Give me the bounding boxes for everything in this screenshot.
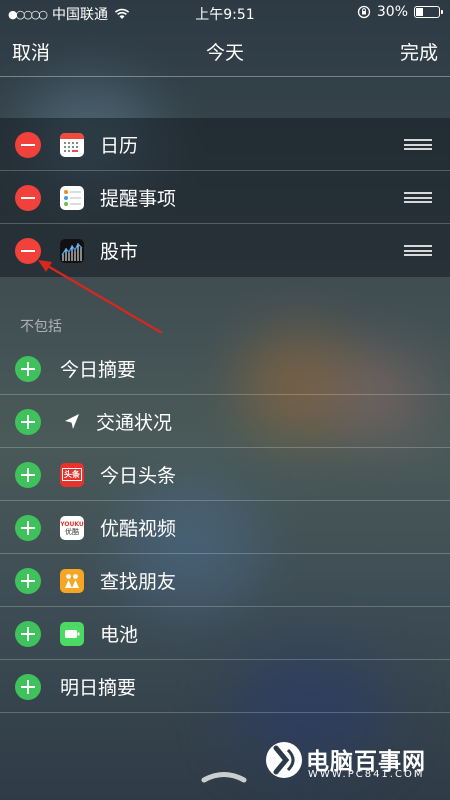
grabber-handle-icon[interactable] (200, 768, 248, 784)
watermark-logo: 电脑百事网 WWW.PC841.COM (264, 738, 434, 784)
list-item: 股市 (0, 224, 450, 277)
widget-label: 今日头条 (100, 465, 177, 487)
calendar-icon (60, 132, 84, 157)
list-item: 交通状况 (0, 395, 450, 448)
watermark-url: WWW.PC841.COM (308, 769, 425, 780)
remove-button[interactable] (15, 131, 41, 158)
nav-bar: 取消 今天 完成 (0, 24, 450, 77)
battery-percent: 30% (376, 4, 408, 20)
battery-app-icon (60, 621, 84, 646)
reminders-icon (60, 185, 84, 210)
included-widgets-list: 日历 提醒事项 股市 (0, 118, 450, 277)
find-friends-icon (60, 568, 84, 593)
add-button[interactable] (15, 673, 41, 700)
reorder-handle[interactable] (404, 192, 432, 203)
widget-label: 查找朋友 (100, 571, 177, 593)
add-button[interactable] (15, 514, 41, 541)
add-button[interactable] (15, 620, 41, 647)
remove-button[interactable] (15, 184, 41, 211)
widget-label: 交通状况 (96, 412, 173, 434)
list-item: 明日摘要 (0, 660, 450, 713)
done-button[interactable]: 完成 (400, 38, 438, 65)
widget-label: 今日摘要 (60, 359, 137, 381)
list-item: 头条 今日头条 (0, 448, 450, 501)
add-button[interactable] (15, 567, 41, 594)
list-item: 电池 (0, 607, 450, 660)
toutiao-icon: 头条 (60, 462, 84, 487)
list-item: 查找朋友 (0, 554, 450, 607)
youku-icon: YOUKU 优酷 (60, 515, 84, 540)
divider (0, 712, 450, 713)
list-item: YOUKU 优酷 优酷视频 (0, 501, 450, 554)
widget-label: 提醒事项 (100, 188, 177, 210)
list-item: 今日摘要 (0, 342, 450, 395)
widget-label: 日历 (100, 135, 139, 157)
section-header: 不包括 (20, 319, 62, 335)
add-button[interactable] (15, 461, 41, 488)
widget-label: 明日摘要 (60, 677, 137, 699)
rotation-lock-icon (357, 5, 371, 19)
widget-label: 优酷视频 (100, 518, 177, 540)
widget-label: 股市 (100, 241, 139, 263)
remove-button[interactable] (15, 237, 41, 264)
list-item: 日历 (0, 118, 450, 171)
page-title: 今天 (205, 42, 244, 64)
add-button[interactable] (15, 408, 41, 435)
location-arrow-icon (60, 410, 84, 434)
battery-icon (414, 6, 443, 18)
stocks-icon (60, 238, 84, 263)
list-item: 提醒事项 (0, 171, 450, 224)
reorder-handle[interactable] (404, 139, 432, 150)
pc841-logo-icon (266, 742, 302, 778)
widget-label: 电池 (100, 624, 139, 646)
add-button[interactable] (15, 355, 41, 382)
status-bar: ●○○○○ 中国联通 上午9:51 30% (0, 0, 450, 24)
reorder-handle[interactable] (404, 245, 432, 256)
excluded-widgets-list: 今日摘要 交通状况 头条 今日头条 YOUKU 优酷 优酷视频 查找朋友 电池 … (0, 342, 450, 713)
